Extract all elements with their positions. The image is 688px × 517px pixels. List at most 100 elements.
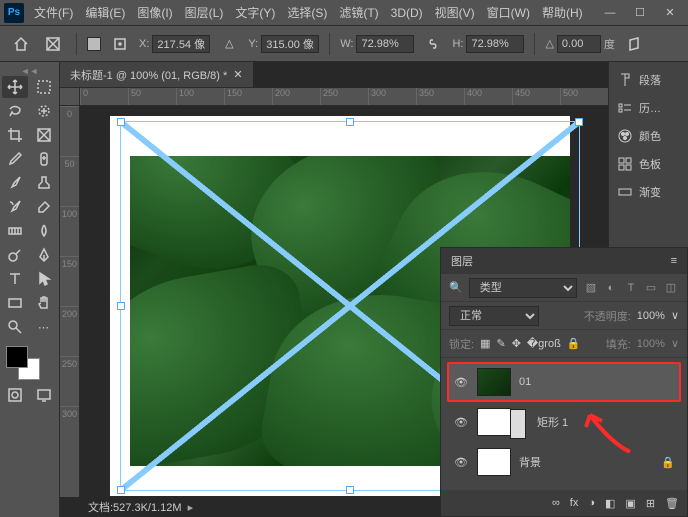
dodge-tool[interactable] xyxy=(2,244,28,266)
window-minimize[interactable]: — xyxy=(596,3,624,23)
history-panel-button[interactable]: 历… xyxy=(609,94,688,122)
panel-menu-icon[interactable]: ≡ xyxy=(671,255,677,267)
new-layer-icon[interactable]: ⊞ xyxy=(646,497,655,510)
lock-all-icon[interactable]: 🔒 xyxy=(567,337,581,350)
filter-adjust-icon[interactable]: ◐ xyxy=(603,280,619,296)
edit-toolbar[interactable]: ⋯ xyxy=(31,316,57,338)
layer-filter-select[interactable]: 类型 xyxy=(469,278,577,298)
eraser-tool[interactable] xyxy=(31,196,57,218)
adjustment-icon[interactable]: ◧ xyxy=(605,497,615,510)
menu-type[interactable]: 文字(Y) xyxy=(229,4,281,21)
layer-thumbnail[interactable] xyxy=(477,368,511,396)
visibility-icon[interactable]: 👁 xyxy=(453,374,469,390)
h-input[interactable] xyxy=(466,35,524,53)
document-tab[interactable]: 未标题-1 @ 100% (01, RGB/8) * ✕ xyxy=(60,62,253,88)
lock-artboard-icon[interactable]: �groß xyxy=(527,337,561,350)
swatches-panel-button[interactable]: 色板 xyxy=(609,150,688,178)
ruler-origin[interactable] xyxy=(60,88,80,106)
screenmode-tool[interactable] xyxy=(31,384,57,406)
link-icon[interactable] xyxy=(420,33,446,55)
w-input[interactable] xyxy=(356,35,414,53)
menu-edit[interactable]: 编辑(E) xyxy=(79,4,131,21)
layer-item-01[interactable]: 👁 01 xyxy=(447,362,681,402)
window-close[interactable]: ✕ xyxy=(656,3,684,23)
ruler-horizontal[interactable]: 050100150200250300350400450500 xyxy=(80,88,608,106)
fx-icon[interactable]: fx xyxy=(570,497,579,509)
lock-transparency-icon[interactable]: ▦ xyxy=(480,337,490,350)
transform-handle-w[interactable] xyxy=(117,302,125,310)
paragraph-panel-button[interactable]: 段落 xyxy=(609,66,688,94)
layer-name[interactable]: 背景 xyxy=(519,454,653,470)
blur-tool[interactable] xyxy=(31,220,57,242)
window-maximize[interactable]: ☐ xyxy=(626,3,654,23)
color-panel-button[interactable]: 颜色 xyxy=(609,122,688,150)
delete-icon[interactable]: 🗑 xyxy=(665,497,679,510)
zoom-tool[interactable] xyxy=(2,316,28,338)
transform-handle-sw[interactable] xyxy=(117,486,125,494)
group-icon[interactable]: ▣ xyxy=(625,497,635,510)
transform-handle-ne[interactable] xyxy=(575,118,583,126)
hand-tool[interactable] xyxy=(31,292,57,314)
home-icon[interactable] xyxy=(8,33,34,55)
menu-image[interactable]: 图像(I) xyxy=(131,4,178,21)
brush-tool[interactable] xyxy=(2,172,28,194)
transform-icon[interactable] xyxy=(40,33,66,55)
lock-icon[interactable]: 🔒 xyxy=(661,456,675,469)
quick-select-tool[interactable] xyxy=(31,100,57,122)
reference-point-toggle[interactable] xyxy=(87,37,101,51)
eyedropper-tool[interactable] xyxy=(2,148,28,170)
toolbar-collapse[interactable]: ◄◄ xyxy=(2,66,57,76)
layer-item-rect[interactable]: 👁 矩形 1 xyxy=(447,402,681,442)
ruler-vertical[interactable]: 050100150200250300 xyxy=(60,106,80,497)
layer-name[interactable]: 矩形 1 xyxy=(537,414,675,430)
layer-item-background[interactable]: 👁 背景 🔒 xyxy=(447,442,681,482)
blend-mode-select[interactable]: 正常 xyxy=(449,306,539,326)
menu-help[interactable]: 帮助(H) xyxy=(536,4,589,21)
foreground-color[interactable] xyxy=(6,346,28,368)
type-tool[interactable] xyxy=(2,268,28,290)
menu-filter[interactable]: 滤镜(T) xyxy=(333,4,384,21)
menu-select[interactable]: 选择(S) xyxy=(281,4,333,21)
filter-smart-icon[interactable]: ◫ xyxy=(663,280,679,296)
menu-window[interactable]: 窗口(W) xyxy=(481,4,536,21)
color-swatches[interactable] xyxy=(2,344,57,384)
filter-type-icon[interactable]: T xyxy=(623,280,639,296)
layer-name[interactable]: 01 xyxy=(519,376,675,388)
angle-input[interactable] xyxy=(557,35,601,53)
lasso-tool[interactable] xyxy=(2,100,28,122)
menu-layer[interactable]: 图层(L) xyxy=(179,4,230,21)
path-select-tool[interactable] xyxy=(31,268,57,290)
history-brush-tool[interactable] xyxy=(2,196,28,218)
lock-position-icon[interactable]: ✥ xyxy=(512,337,521,350)
visibility-icon[interactable]: 👁 xyxy=(453,414,469,430)
fill-value[interactable]: 100% xyxy=(637,338,665,350)
pen-tool[interactable] xyxy=(31,244,57,266)
healing-tool[interactable] xyxy=(31,148,57,170)
layer-thumbnail[interactable] xyxy=(477,448,511,476)
transform-handle-s[interactable] xyxy=(346,486,354,494)
mask-icon[interactable]: ◑ xyxy=(588,497,595,509)
filter-pixel-icon[interactable]: ▧ xyxy=(583,280,599,296)
menu-file[interactable]: 文件(F) xyxy=(28,4,79,21)
delta-icon[interactable]: △ xyxy=(216,33,242,55)
skew-icon[interactable] xyxy=(621,33,647,55)
reference-point-icon[interactable] xyxy=(107,33,133,55)
quickmask-tool[interactable] xyxy=(2,384,28,406)
layer-thumbnail[interactable] xyxy=(477,408,511,436)
transform-handle-nw[interactable] xyxy=(117,118,125,126)
lock-brush-icon[interactable]: ✎ xyxy=(496,337,505,350)
y-input[interactable] xyxy=(261,35,319,53)
search-icon[interactable]: 🔍 xyxy=(449,281,463,294)
gradient-tool[interactable] xyxy=(2,220,28,242)
rectangle-tool[interactable] xyxy=(2,292,28,314)
menu-3d[interactable]: 3D(D) xyxy=(385,6,429,20)
link-layers-icon[interactable]: ∞ xyxy=(552,497,560,509)
move-tool[interactable] xyxy=(2,76,28,98)
crop-tool[interactable] xyxy=(2,124,28,146)
opacity-value[interactable]: 100% xyxy=(637,310,665,322)
stamp-tool[interactable] xyxy=(31,172,57,194)
frame-tool[interactable] xyxy=(31,124,57,146)
gradient-panel-button[interactable]: 渐变 xyxy=(609,178,688,206)
marquee-tool[interactable] xyxy=(31,76,57,98)
menu-view[interactable]: 视图(V) xyxy=(429,4,481,21)
